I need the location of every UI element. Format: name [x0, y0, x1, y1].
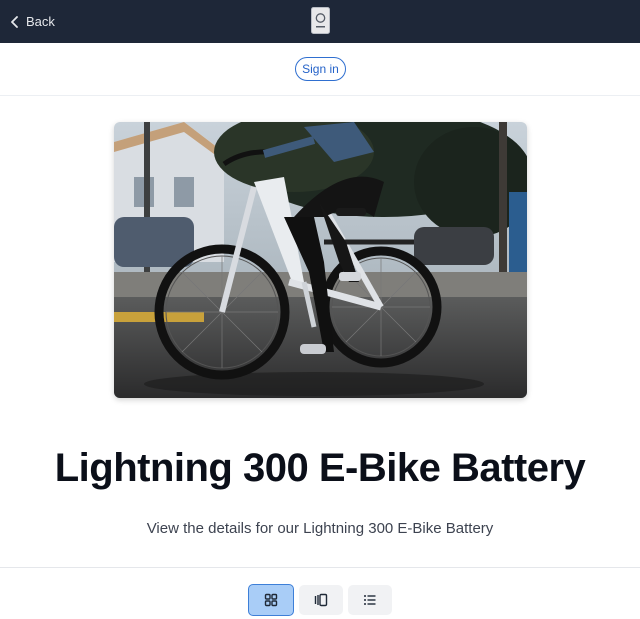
view-switcher-bar [0, 567, 640, 619]
product-subtitle: View the details for our Lightning 300 E… [146, 520, 494, 537]
grid-view-icon [264, 593, 278, 607]
ebike-photo [114, 122, 527, 398]
list-view-icon [364, 595, 376, 605]
auth-row: Sign in [0, 43, 640, 96]
back-label: Back [26, 14, 55, 29]
carousel-view-button[interactable] [299, 585, 343, 615]
product-title: Lightning 300 E-Bike Battery [54, 446, 586, 490]
carousel-view-icon [314, 593, 328, 607]
back-button[interactable]: Back [10, 12, 55, 31]
grid-view-button[interactable] [248, 584, 294, 616]
list-view-button[interactable] [348, 585, 392, 615]
product-image [114, 122, 527, 398]
top-nav-bar: Back [0, 0, 640, 43]
passport-logo-icon [311, 7, 330, 34]
sign-in-button[interactable]: Sign in [295, 57, 346, 81]
chevron-left-icon [11, 15, 18, 28]
